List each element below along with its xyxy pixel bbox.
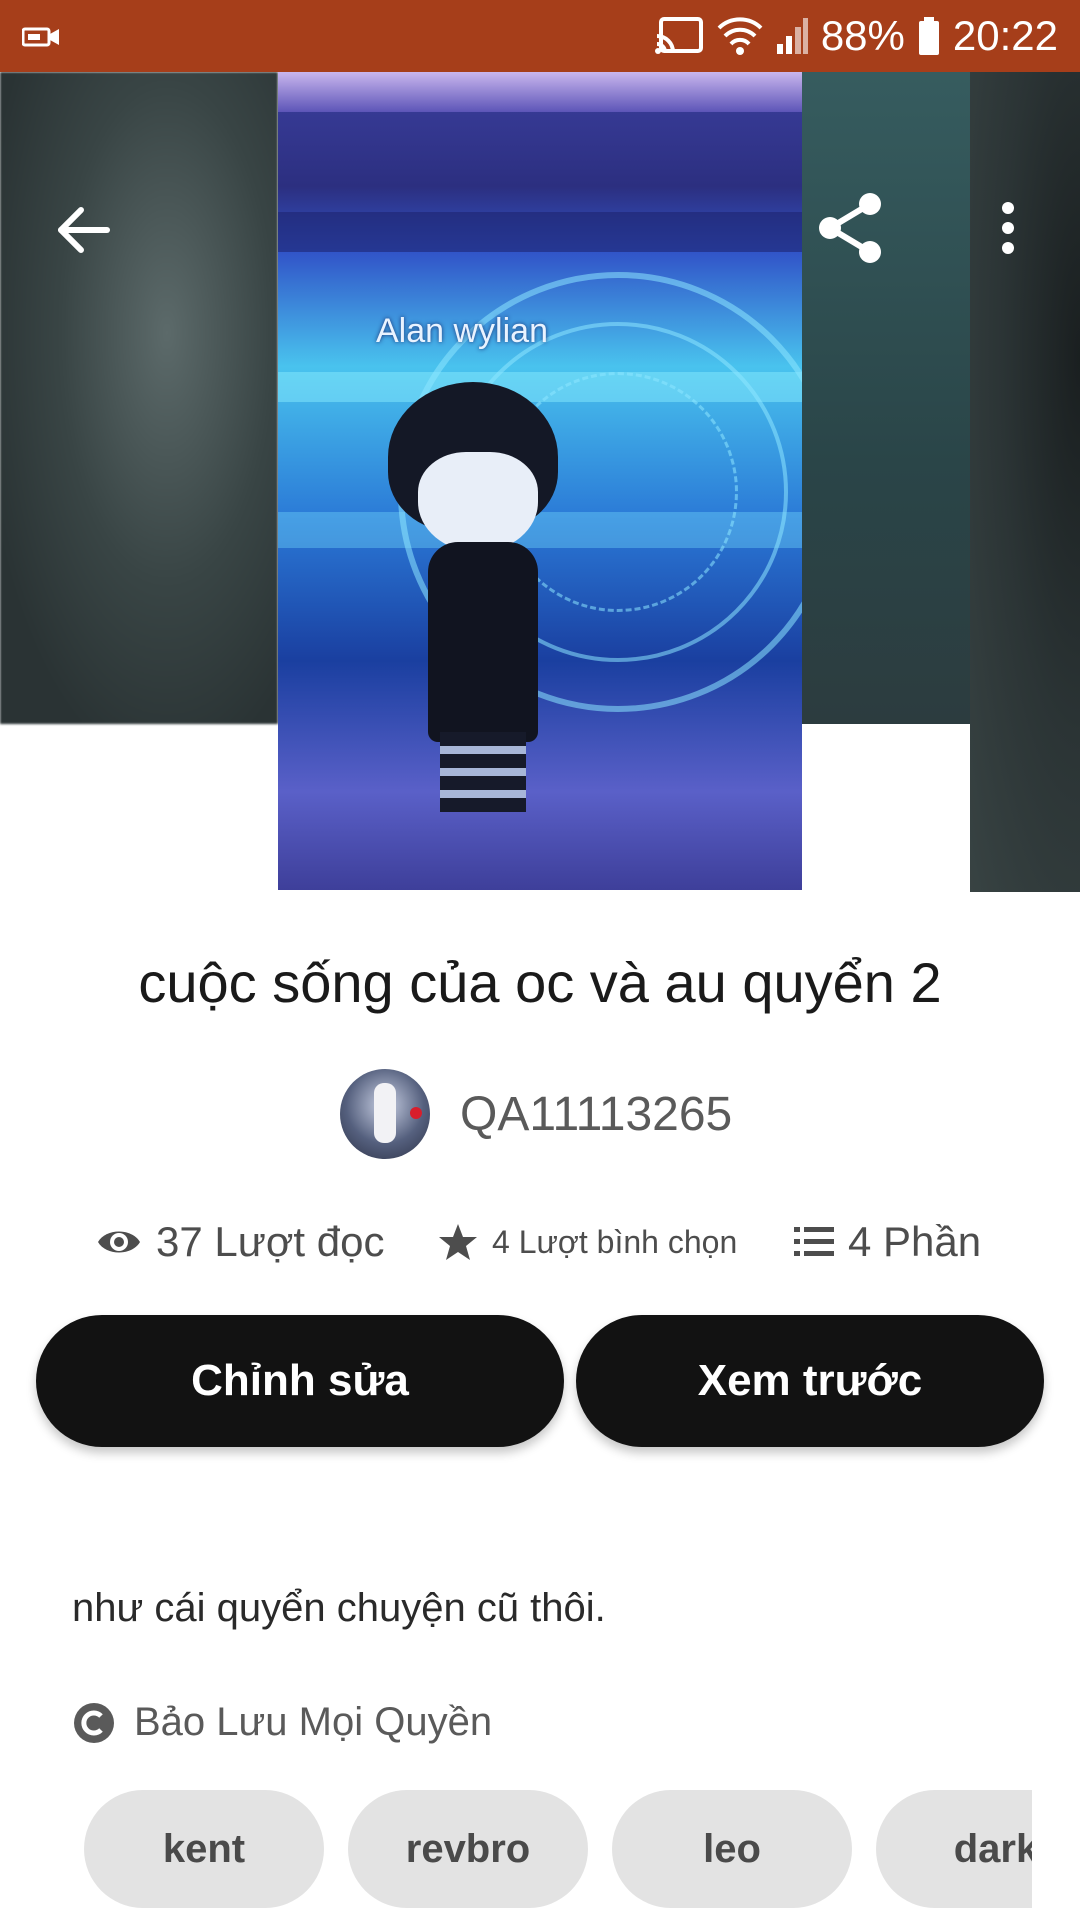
tag-chip[interactable]: leo	[612, 1790, 852, 1908]
next-cover-preview[interactable]	[802, 72, 970, 724]
battery-icon	[918, 17, 939, 55]
copyright-icon	[74, 1702, 114, 1743]
cast-icon	[654, 17, 703, 54]
tag-chip[interactable]: dark	[876, 1790, 1032, 1908]
cover-character-legs	[440, 732, 526, 812]
tag-chip[interactable]: kent	[84, 1790, 324, 1908]
previous-cover-preview[interactable]	[0, 72, 278, 724]
cover-character-face	[418, 452, 538, 552]
author-avatar[interactable]	[340, 1069, 430, 1159]
wifi-icon	[717, 17, 763, 55]
star-icon	[439, 1224, 477, 1260]
more-options-button[interactable]	[968, 188, 1048, 268]
eye-icon	[98, 1231, 140, 1253]
signal-icon	[776, 18, 808, 54]
author-row[interactable]: QA11113265	[340, 1068, 732, 1160]
tag-chip[interactable]: revbro	[348, 1790, 588, 1908]
parts-stat: 4 Phần	[794, 1210, 981, 1274]
author-username[interactable]: QA11113265	[460, 1087, 732, 1142]
tags-row: kent revbro leo dark	[84, 1790, 1032, 1910]
back-button[interactable]	[44, 190, 124, 270]
reads-count: 37 Lượt đọc	[156, 1218, 385, 1265]
cover-area: Alan wylian	[0, 72, 1080, 892]
copyright-row: Bảo Lưu Mọi Quyền	[72, 1700, 492, 1745]
parts-count: 4 Phần	[848, 1218, 982, 1265]
story-stats: 37 Lượt đọc 4 Lượt bình chọn 4 Phần	[0, 1210, 1080, 1274]
battery-level: 88%	[820, 12, 905, 59]
story-cover[interactable]: Alan wylian	[278, 72, 802, 890]
more-vert-icon	[1002, 202, 1014, 254]
story-title: cuộc sống của oc và au quyển 2	[138, 951, 942, 1014]
story-description: như cái quyển chuyện cũ thôi.	[72, 1586, 606, 1630]
back-arrow-icon	[58, 207, 110, 253]
copyright-label: Bảo Lưu Mọi Quyền	[134, 1700, 493, 1744]
reads-stat: 37 Lượt đọc	[96, 1210, 384, 1274]
cover-text: Alan wylian	[376, 312, 548, 350]
edit-button[interactable]: Chỉnh sửa	[36, 1315, 564, 1447]
share-button[interactable]	[810, 188, 890, 268]
camera-recording-icon	[22, 27, 59, 47]
clock: 20:22	[952, 12, 1058, 59]
votes-count: 4 Lượt bình chọn	[492, 1223, 738, 1260]
share-icon	[819, 193, 881, 263]
list-icon	[794, 1227, 834, 1256]
status-bar: 88% 20:22	[0, 0, 1080, 72]
preview-button[interactable]: Xem trước	[576, 1315, 1044, 1447]
votes-stat: 4 Lượt bình chọn	[438, 1210, 737, 1274]
cover-character-body	[428, 542, 538, 742]
